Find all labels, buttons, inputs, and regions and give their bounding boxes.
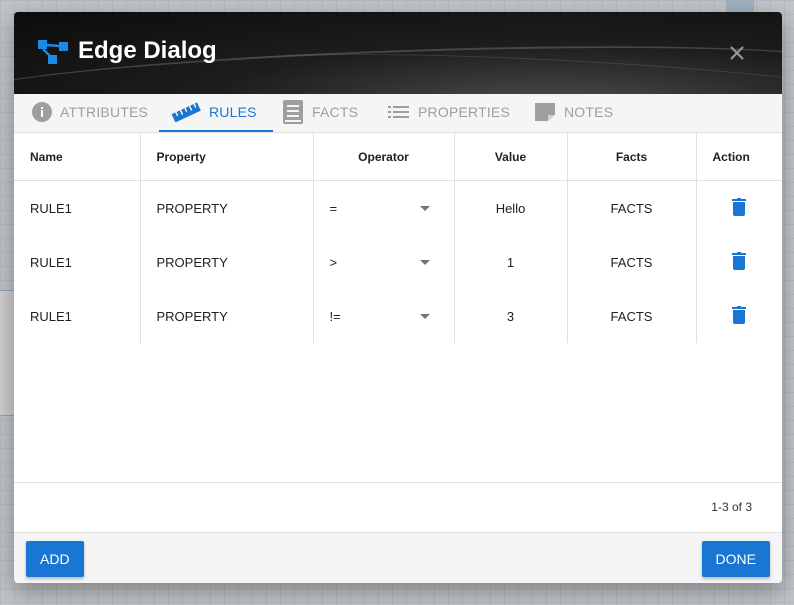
table-footer-divider [14, 482, 782, 483]
dialog-header: Edge Dialog [14, 12, 782, 94]
table-header-row: Name Property Operator Value Facts Actio… [14, 133, 782, 181]
delete-icon[interactable] [732, 251, 747, 270]
ruler-icon [171, 102, 201, 122]
tab-notes[interactable]: NOTES [534, 94, 613, 130]
add-button[interactable]: ADD [26, 541, 84, 577]
list-icon [388, 106, 409, 118]
header-property[interactable]: Property [140, 133, 314, 181]
operator-select[interactable]: > [313, 235, 455, 289]
rule-facts-cell[interactable]: FACTS [567, 289, 697, 343]
dropdown-arrow-icon [419, 314, 430, 319]
operator-select[interactable]: != [313, 289, 455, 343]
tab-attributes[interactable]: ATTRIBUTES [32, 94, 148, 130]
tab-rules-label: RULES [209, 104, 257, 120]
operator-value: = [329, 200, 338, 216]
tab-rules[interactable]: RULES [159, 94, 273, 132]
done-button[interactable]: DONE [701, 541, 770, 577]
dialog-title: Edge Dialog [78, 37, 217, 64]
table-row: RULE1 PROPERTY = Hello FACTS [14, 180, 782, 236]
header-value[interactable]: Value [454, 133, 568, 181]
tab-properties-label: PROPERTIES [418, 104, 510, 120]
tab-bar: ATTRIBUTES RULES FACTS PROPERTIES NOTES [14, 94, 782, 133]
tab-attributes-label: ATTRIBUTES [60, 104, 149, 120]
dialog-actions: ADD DONE [14, 532, 782, 583]
rules-table: Name Property Operator Value Facts Actio… [14, 133, 782, 343]
rule-name-cell[interactable]: RULE1 [14, 289, 141, 343]
header-name[interactable]: Name [14, 133, 141, 181]
rule-property-cell[interactable]: PROPERTY [140, 235, 314, 289]
rule-value-cell[interactable]: 3 [454, 289, 568, 343]
delete-icon[interactable] [732, 305, 747, 324]
tab-facts[interactable]: FACTS [282, 94, 358, 130]
tab-properties[interactable]: PROPERTIES [388, 94, 510, 130]
delete-icon[interactable] [732, 197, 747, 216]
rule-name-cell[interactable]: RULE1 [14, 235, 141, 289]
header-action: Action [696, 133, 782, 181]
header-operator[interactable]: Operator [313, 133, 455, 181]
edge-dialog: Edge Dialog ATTRIBUTES RULES FACTS PROPE… [14, 12, 782, 583]
operator-select[interactable]: = [313, 180, 455, 235]
note-icon [535, 103, 555, 121]
table-row: RULE1 PROPERTY > 1 FACTS [14, 235, 782, 289]
rule-property-cell[interactable]: PROPERTY [140, 180, 314, 235]
tab-notes-label: NOTES [564, 104, 614, 120]
rule-name-cell[interactable]: RULE1 [14, 180, 141, 235]
operator-value: != [329, 308, 341, 324]
rule-facts-cell[interactable]: FACTS [567, 235, 697, 289]
pagination-label: 1-3 of 3 [711, 500, 752, 514]
tab-facts-label: FACTS [312, 104, 359, 120]
action-cell [696, 289, 782, 343]
info-icon [32, 102, 52, 122]
rule-value-cell[interactable]: 1 [454, 235, 568, 289]
header-facts[interactable]: Facts [567, 133, 697, 181]
table-row: RULE1 PROPERTY != 3 FACTS [14, 289, 782, 343]
rule-facts-cell[interactable]: FACTS [567, 180, 697, 235]
close-icon[interactable] [724, 40, 750, 66]
dropdown-arrow-icon [419, 260, 430, 265]
book-icon [283, 100, 303, 124]
action-cell [696, 181, 782, 236]
dropdown-arrow-icon [419, 206, 430, 211]
rule-value-cell[interactable]: Hello [454, 180, 568, 235]
action-cell [696, 235, 782, 289]
operator-value: > [329, 254, 338, 270]
edge-graph-icon [38, 40, 68, 64]
rule-property-cell[interactable]: PROPERTY [140, 289, 314, 343]
